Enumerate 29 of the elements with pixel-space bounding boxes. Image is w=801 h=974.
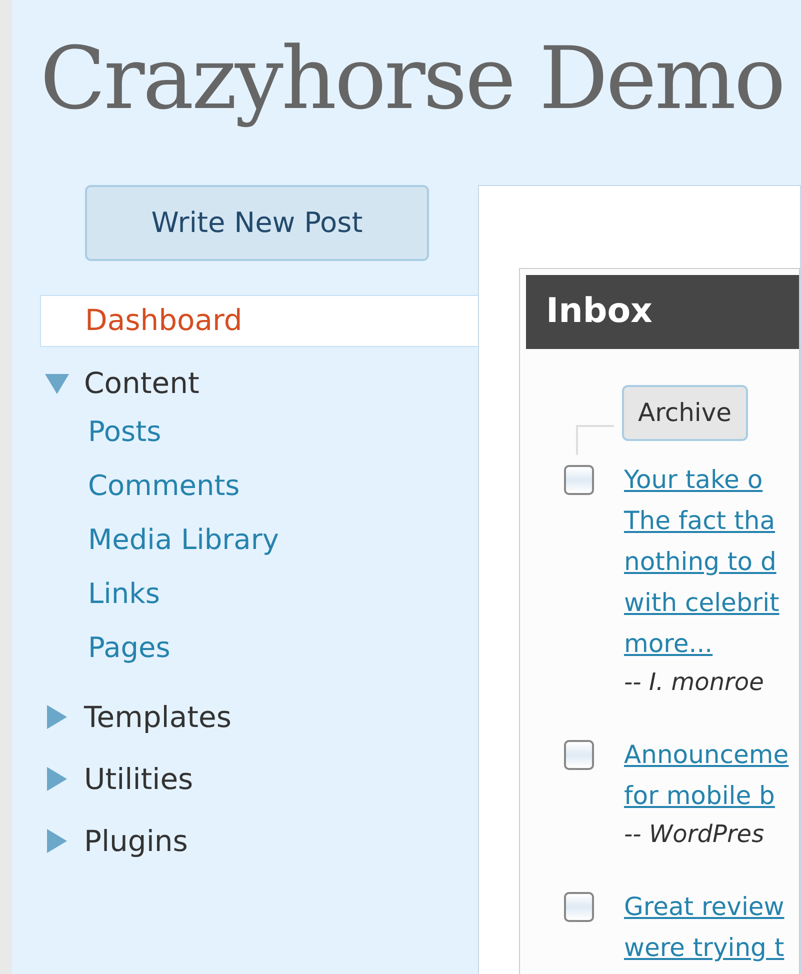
checkbox[interactable]	[564, 740, 594, 770]
nav-sub-link[interactable]: Media Library	[88, 512, 478, 567]
write-new-post-button[interactable]: Write New Post	[85, 184, 429, 261]
nav-sub-link[interactable]: Comments	[88, 458, 478, 513]
checkbox[interactable]	[564, 892, 594, 922]
tree-connector	[576, 424, 614, 455]
nav-sub-link[interactable]: Links	[88, 566, 478, 621]
message-link[interactable]: Announceme	[624, 734, 789, 775]
nav-section-label[interactable]: Plugins	[84, 820, 188, 861]
checkbox[interactable]	[564, 464, 594, 495]
archive-button[interactable]: Archive	[622, 384, 748, 441]
nav-section-label[interactable]: Utilities	[84, 758, 194, 799]
message-link[interactable]: Your take o	[624, 458, 780, 500]
message-author: -- WordPres	[624, 818, 766, 850]
message-link[interactable]: Great review	[624, 886, 784, 927]
message-author: -- I. monroe	[624, 666, 765, 698]
nav-section-label[interactable]: Templates	[84, 696, 232, 737]
message-link[interactable]: were trying t	[624, 926, 784, 968]
nav-sub-link[interactable]: Pages	[88, 620, 478, 675]
nav-sub-link[interactable]: Posts	[88, 404, 478, 459]
message-link[interactable]: for mobile b	[624, 774, 789, 816]
message-link[interactable]: with celebrit	[624, 582, 780, 623]
site-title: Crazyhorse Demo	[39, 28, 785, 129]
dashboard-link[interactable]: Dashboard	[40, 294, 478, 347]
nav-section-label[interactable]: Content	[84, 362, 200, 403]
message-link[interactable]: The fact tha	[624, 500, 780, 541]
message-link[interactable]: more...	[624, 622, 780, 664]
inbox-header: Inbox	[526, 274, 799, 349]
message-link[interactable]: nothing to d	[624, 540, 780, 582]
